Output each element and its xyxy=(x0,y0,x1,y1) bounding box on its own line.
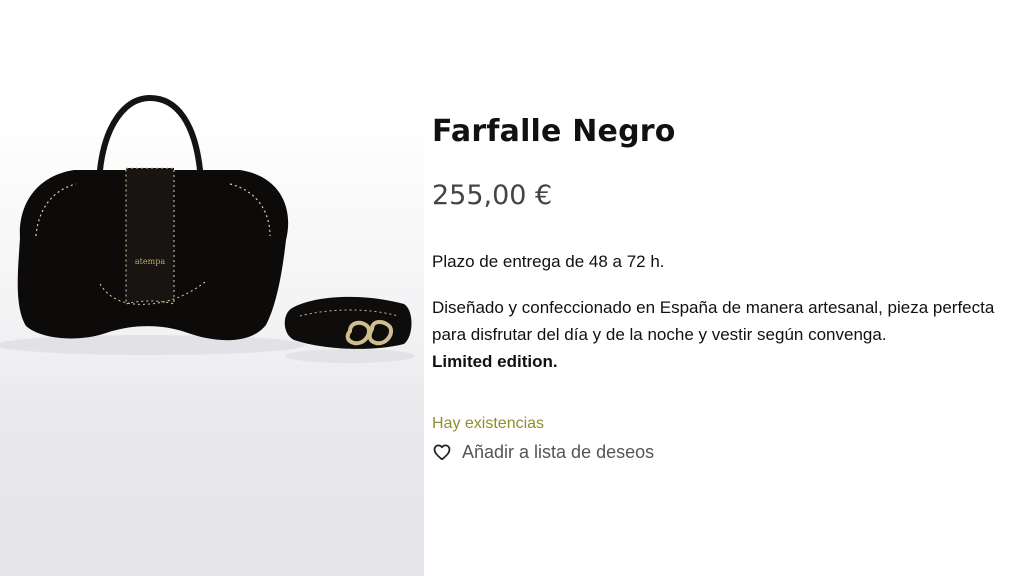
bag-handle xyxy=(97,94,203,173)
bag-flap xyxy=(125,167,175,305)
product-image[interactable]: atempa xyxy=(0,0,424,576)
product-info: Farfalle Negro 255,00 € Plazo de entrega… xyxy=(432,108,1017,465)
product-description-block: Diseñado y confeccionado en España de ma… xyxy=(432,294,1017,375)
add-to-wishlist-button[interactable]: Añadir a lista de deseos xyxy=(432,439,672,465)
product-title: Farfalle Negro xyxy=(432,114,676,149)
delivery-time: Plazo de entrega de 48 a 72 h. xyxy=(432,252,665,271)
wishlist-label: Añadir a lista de deseos xyxy=(462,442,655,462)
handbag-illustration: atempa xyxy=(0,94,415,363)
product-price: 255,00 € xyxy=(432,180,553,211)
product-page: atempa Farfalle Negro 255,00 € Plazo de … xyxy=(0,0,1024,576)
heart-icon xyxy=(432,442,452,462)
limited-edition-label: Limited edition. xyxy=(432,352,558,371)
product-description: Diseñado y confeccionado en España de ma… xyxy=(432,298,995,344)
bag-brand-mark: atempa xyxy=(135,257,165,266)
stock-status: Hay existencias xyxy=(432,415,545,432)
belt-shadow xyxy=(285,349,415,363)
image-shadow xyxy=(0,335,305,355)
